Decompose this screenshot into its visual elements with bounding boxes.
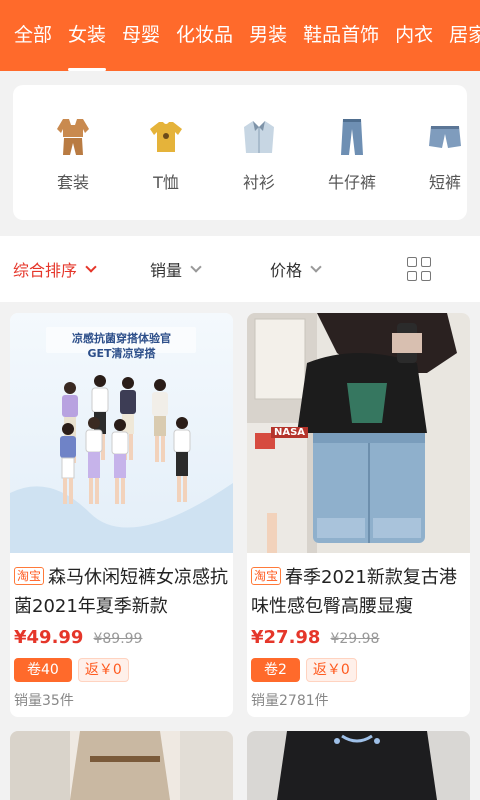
image-caption: GET清凉穿搭 xyxy=(87,347,156,360)
subcategory-tshirt[interactable]: T恤 xyxy=(126,115,206,193)
original-price: ¥29.98 xyxy=(330,631,380,647)
product-image xyxy=(247,731,470,800)
tab-home[interactable]: 居家 xyxy=(449,0,480,71)
subcategory-panel: 套装 T恤 衬衫 牛仔裤 短裤 xyxy=(13,85,467,220)
product-image: NASA xyxy=(247,313,470,553)
subcategory-shirt[interactable]: 衬衫 xyxy=(219,115,299,193)
tab-shoes-jewelry[interactable]: 鞋品首饰 xyxy=(303,0,379,71)
product-card[interactable]: 凉感抗菌穿搭体验官 GET清凉穿搭 淘宝 森马休闲短裤女凉感抗菌2021年夏季新款… xyxy=(10,313,233,717)
product-title[interactable]: 淘宝 森马休闲短裤女凉感抗菌2021年夏季新款 xyxy=(10,553,233,621)
sort-sales-label: 销量 xyxy=(150,261,183,280)
subcategory-shorts[interactable]: 短裤 xyxy=(405,115,467,193)
suit-icon xyxy=(53,115,93,159)
product-title-text: 春季2021新款复古港味性感包臀高腰显瘦 xyxy=(251,567,457,617)
price-line: ¥27.98 ¥29.98 xyxy=(247,621,470,648)
tab-cosmetics[interactable]: 化妆品 xyxy=(176,0,233,71)
tab-mens[interactable]: 男装 xyxy=(249,0,287,71)
price-line: ¥49.99 ¥89.99 xyxy=(10,621,233,648)
chevron-down-icon xyxy=(190,260,202,273)
rebate-badge: 返￥0 xyxy=(305,658,357,682)
subcategory-jeans[interactable]: 牛仔裤 xyxy=(312,115,392,193)
chevron-down-icon xyxy=(85,260,97,273)
sort-price-label: 价格 xyxy=(270,261,303,280)
image-caption: 凉感抗菌穿搭体验官 xyxy=(72,332,171,345)
product-tags: 卷2 返￥0 xyxy=(247,648,470,682)
sort-comprehensive-label: 综合排序 xyxy=(13,261,78,280)
subcategory-label: T恤 xyxy=(153,173,179,192)
sales-count: 销量35件 xyxy=(14,693,74,709)
tab-all[interactable]: 全部 xyxy=(14,0,52,71)
tab-maternity[interactable]: 母婴 xyxy=(122,0,160,71)
product-tags: 卷40 返￥0 xyxy=(10,648,233,682)
image-caption: NASA xyxy=(271,427,309,438)
subcategory-label: 短裤 xyxy=(428,173,461,192)
product-image: 凉感抗菌穿搭体验官 GET清凉穿搭 xyxy=(10,313,233,553)
product-card[interactable]: NASA 淘宝 春季2021新款复古港味性感包臀高腰显瘦 ¥27.98 ¥29.9… xyxy=(247,313,470,717)
product-price: ¥49.99 xyxy=(14,627,84,648)
jeans-icon xyxy=(332,115,372,159)
sort-sales[interactable]: 销量 xyxy=(150,236,202,302)
product-card[interactable] xyxy=(247,731,470,800)
tshirt-icon xyxy=(146,115,186,159)
coupon-badge[interactable]: 卷2 xyxy=(251,658,300,682)
sort-bar: 综合排序 销量 价格 xyxy=(0,236,480,302)
shirt-icon xyxy=(239,115,279,159)
subcategory-label: 牛仔裤 xyxy=(327,173,376,192)
product-title-text: 森马休闲短裤女凉感抗菌2021年夏季新款 xyxy=(14,567,229,617)
original-price: ¥89.99 xyxy=(93,631,143,647)
grid-view-icon[interactable] xyxy=(407,257,431,281)
platform-badge: 淘宝 xyxy=(251,567,282,585)
tab-womens[interactable]: 女装 xyxy=(68,0,107,71)
chevron-down-icon xyxy=(310,260,322,273)
sort-price[interactable]: 价格 xyxy=(270,236,322,302)
shorts-icon xyxy=(425,115,465,159)
subcategory-label: 套装 xyxy=(56,173,89,192)
tab-underwear[interactable]: 内衣 xyxy=(395,0,433,71)
sort-comprehensive[interactable]: 综合排序 xyxy=(13,236,97,302)
subcategory-suit[interactable]: 套装 xyxy=(33,115,113,193)
product-title[interactable]: 淘宝 春季2021新款复古港味性感包臀高腰显瘦 xyxy=(247,553,470,621)
sales-count: 销量2781件 xyxy=(251,693,329,709)
category-tab-bar: 全部 女装 母婴 化妆品 男装 鞋品首饰 内衣 居家 xyxy=(0,0,480,71)
product-price: ¥27.98 xyxy=(251,627,321,648)
platform-badge: 淘宝 xyxy=(14,567,45,585)
rebate-badge: 返￥0 xyxy=(77,658,129,682)
product-card[interactable] xyxy=(10,731,233,800)
subcategory-label: 衬衫 xyxy=(242,173,275,192)
product-image xyxy=(10,731,233,800)
coupon-badge[interactable]: 卷40 xyxy=(14,658,72,682)
